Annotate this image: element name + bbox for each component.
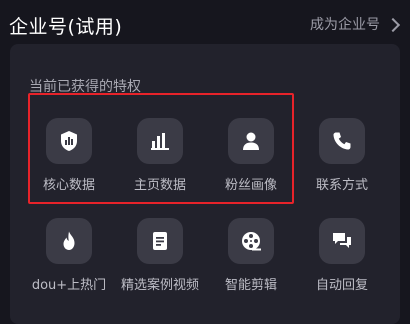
flame-icon [46, 218, 92, 264]
feature-label: 自动回复 [315, 278, 368, 293]
feature-core-data[interactable]: 核心数据 [24, 118, 114, 193]
bar-chart-icon [137, 118, 183, 164]
chat-bubbles-icon [319, 218, 365, 264]
person-icon [228, 118, 274, 164]
feature-label: 精选案例视频 [120, 278, 199, 293]
feature-label: 核心数据 [42, 178, 95, 193]
feature-fan-profile[interactable]: 粉丝画像 [206, 118, 296, 193]
feature-auto-reply[interactable]: 自动回复 [297, 218, 387, 293]
become-enterprise-label: 成为企业号 [310, 17, 380, 33]
page-title: 企业号(试用) [9, 16, 123, 38]
film-reel-icon [228, 218, 274, 264]
feature-featured-case-videos[interactable]: 精选案例视频 [115, 218, 205, 293]
feature-smart-editing[interactable]: 智能剪辑 [206, 218, 296, 293]
chevron-right-icon [385, 17, 401, 32]
feature-contact-info[interactable]: 联系方式 [297, 118, 387, 193]
feature-label: 联系方式 [315, 178, 368, 193]
data-shield-icon [46, 118, 92, 164]
feature-homepage-data[interactable]: 主页数据 [115, 118, 205, 193]
feature-label: 智能剪辑 [224, 278, 277, 293]
become-enterprise-link[interactable]: 成为企业号 [310, 14, 401, 34]
feature-label: 粉丝画像 [224, 178, 277, 193]
document-icon [137, 218, 183, 264]
feature-dou-plus[interactable]: dou+上热门 [24, 218, 114, 293]
feature-label: dou+上热门 [31, 278, 107, 293]
phone-icon [319, 118, 365, 164]
feature-label: 主页数据 [133, 178, 186, 193]
